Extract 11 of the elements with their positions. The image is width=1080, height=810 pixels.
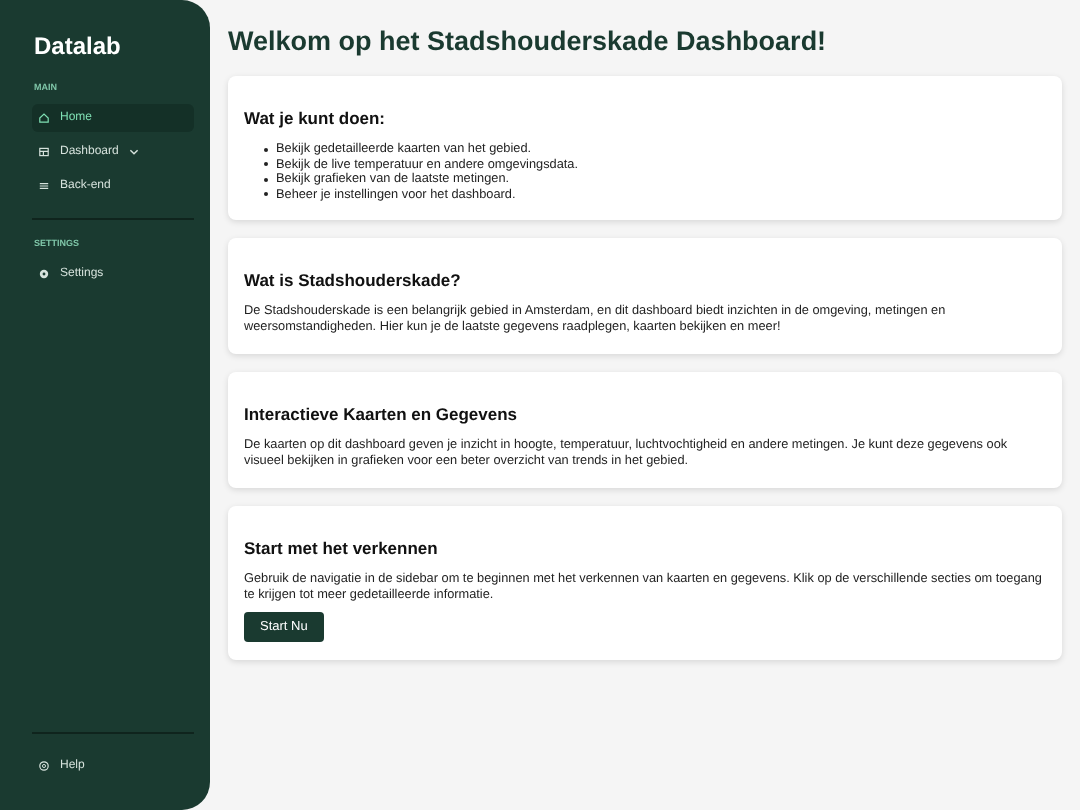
card-heading: Wat je kunt doen: xyxy=(244,108,388,128)
help-icon xyxy=(38,760,50,772)
card-heading: Start met het verkennen xyxy=(244,538,440,558)
home-icon xyxy=(38,112,50,124)
list-icon xyxy=(38,180,50,192)
card-heading: Wat is Stadshouderskade? xyxy=(244,270,463,290)
dashboard-icon xyxy=(38,146,50,158)
settings-icon xyxy=(38,268,50,280)
brand-title: Datalab xyxy=(34,32,123,60)
page-title: Welkom op het Stadshouderskade Dashboard! xyxy=(228,26,829,56)
card-heading: Interactieve Kaarten en Gegevens xyxy=(244,404,520,424)
